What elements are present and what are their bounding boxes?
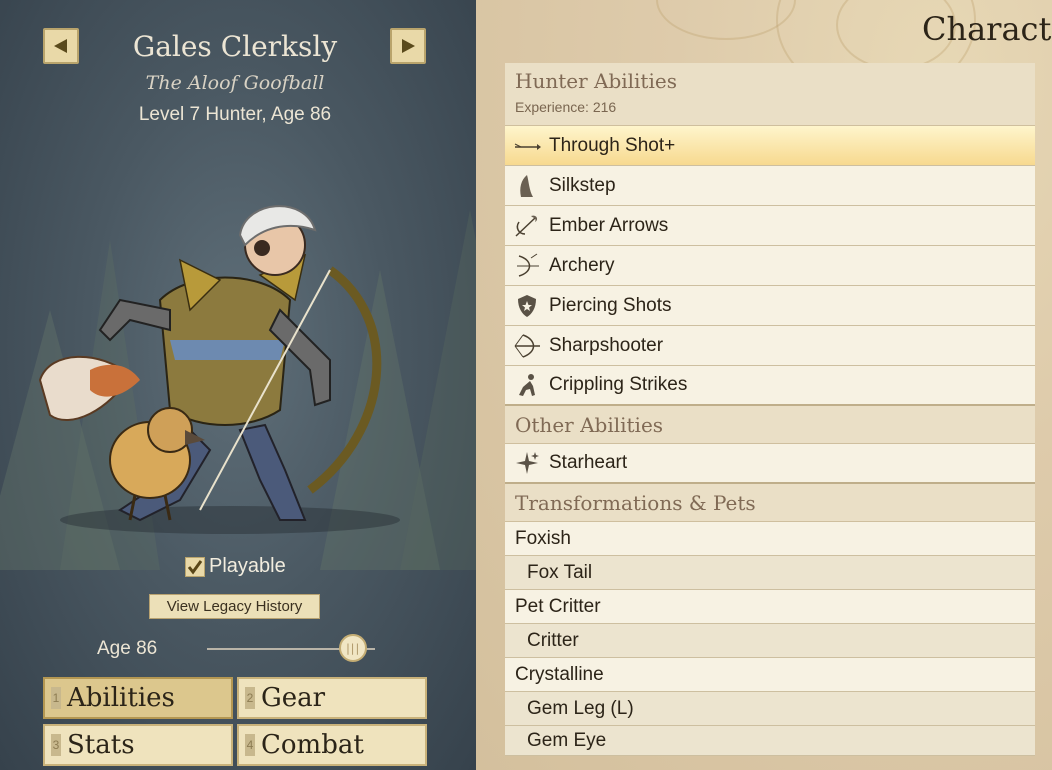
- character-portrait: [38, 205, 400, 534]
- tab-abilities[interactable]: 1 Abilities: [43, 677, 233, 719]
- ability-label: Sharpshooter: [549, 334, 664, 356]
- transformation-subitem[interactable]: Gem Eye: [505, 726, 1035, 756]
- experience-label: Experience: 216: [515, 99, 617, 115]
- character-panel: Gales Clerksly The Aloof Goofball Level …: [0, 0, 476, 770]
- transformations-header: Transformations & Pets: [505, 484, 1035, 522]
- ability-row[interactable]: Archery: [505, 246, 1035, 286]
- item-label: Gem Eye: [527, 729, 607, 751]
- ability-row[interactable]: Piercing Shots: [505, 286, 1035, 326]
- tab-combat[interactable]: 4 Combat: [237, 724, 427, 766]
- ability-label: Ember Arrows: [549, 214, 669, 236]
- transformation-subitem[interactable]: Fox Tail: [505, 556, 1035, 590]
- flaming-arrow-icon: [505, 206, 549, 246]
- ability-label: Crippling Strikes: [549, 374, 688, 395]
- item-label: Critter: [527, 629, 579, 651]
- bow-icon: [505, 246, 549, 286]
- checkmark-icon: [185, 556, 205, 577]
- ability-row[interactable]: Crippling Strikes: [505, 366, 1035, 406]
- item-label: Gem Leg (L): [527, 697, 634, 719]
- kneeling-figure-icon: [505, 365, 549, 405]
- triangle-left-icon: [54, 39, 67, 53]
- hunter-abilities-header: Hunter Abilities Experience: 216: [505, 63, 1035, 126]
- tab-number: 3: [51, 734, 61, 756]
- age-slider-handle[interactable]: |||: [339, 634, 368, 662]
- ability-list: Hunter Abilities Experience: 216 Through…: [505, 63, 1035, 756]
- other-abilities-header: Other Abilities: [505, 406, 1035, 444]
- tab-label: Abilities: [67, 683, 175, 713]
- background-ornament: [656, 0, 796, 40]
- shield-icon: [505, 286, 549, 326]
- item-label: Pet Critter: [515, 595, 601, 617]
- ability-row[interactable]: Silkstep: [505, 166, 1035, 206]
- tab-label: Stats: [67, 730, 135, 760]
- ability-label: Silkstep: [549, 174, 616, 196]
- ability-row[interactable]: Through Shot+: [505, 126, 1035, 166]
- character-name: Gales Clerksly: [132, 30, 338, 63]
- section-title: Hunter Abilities: [515, 69, 677, 93]
- drawn-bow-icon: [505, 326, 549, 366]
- ability-label: Starheart: [549, 452, 628, 473]
- character-level: Level 7 Hunter, Age 86: [138, 104, 332, 125]
- age-label: Age 86: [97, 638, 158, 659]
- ability-label: Archery: [549, 254, 615, 276]
- item-label: Fox Tail: [527, 561, 593, 583]
- ability-row[interactable]: Sharpshooter: [505, 326, 1035, 366]
- character-title: The Aloof Goofball: [145, 72, 325, 94]
- view-legacy-history-button[interactable]: View Legacy History: [149, 594, 320, 619]
- transformation-item[interactable]: Pet Critter: [505, 590, 1035, 624]
- triangle-right-icon: [402, 39, 415, 53]
- arrow-icon: [505, 126, 549, 166]
- transformation-subitem[interactable]: Gem Leg (L): [505, 692, 1035, 726]
- tab-gear[interactable]: 2 Gear: [237, 677, 427, 719]
- page-title: Characte: [922, 10, 1052, 48]
- transformation-item[interactable]: Crystalline: [505, 658, 1035, 692]
- transformation-subitem[interactable]: Critter: [505, 624, 1035, 658]
- abilities-panel: Characte Hunter Abilities Experience: 21…: [476, 0, 1052, 770]
- ability-row[interactable]: Starheart: [505, 444, 1035, 484]
- tab-number: 4: [245, 734, 255, 756]
- playable-label: Playable: [209, 555, 286, 577]
- item-label: Crystalline: [515, 663, 604, 685]
- ability-label: Piercing Shots: [549, 294, 672, 316]
- playable-checkbox[interactable]: Playable: [185, 555, 286, 578]
- next-character-button[interactable]: [390, 28, 426, 64]
- tab-stats[interactable]: 3 Stats: [43, 724, 233, 766]
- item-label: Foxish: [515, 527, 571, 549]
- ability-row[interactable]: Ember Arrows: [505, 206, 1035, 246]
- ability-label: Through Shot+: [549, 134, 676, 156]
- tab-label: Combat: [261, 730, 364, 760]
- transformation-item[interactable]: Foxish: [505, 522, 1035, 556]
- sparkle-icon: [505, 443, 549, 483]
- tab-label: Gear: [261, 683, 326, 713]
- cloak-icon: [505, 166, 549, 206]
- tab-number: 2: [245, 687, 255, 709]
- previous-character-button[interactable]: [43, 28, 79, 64]
- tab-number: 1: [51, 687, 61, 709]
